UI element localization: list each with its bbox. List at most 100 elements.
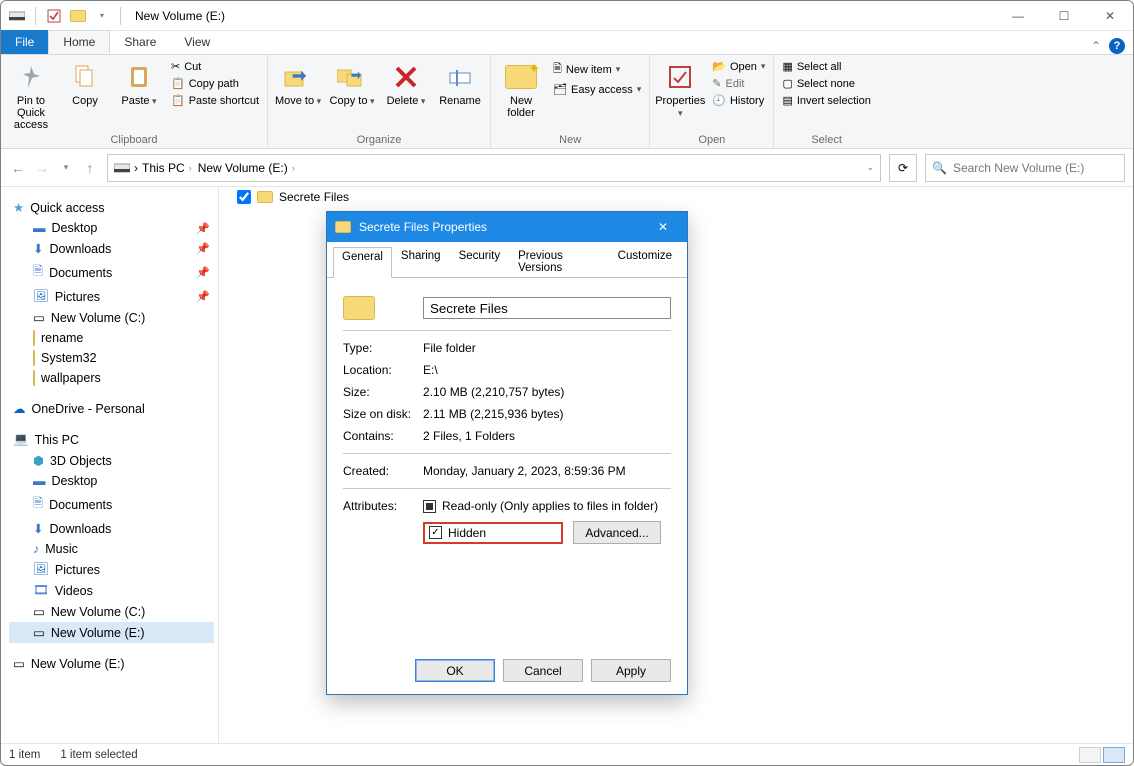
item-checkbox[interactable]: [237, 190, 251, 204]
size-value: 2.10 MB (2,210,757 bytes): [423, 385, 671, 399]
addr-dropdown-icon[interactable]: ⌄: [866, 162, 874, 173]
navigation-pane[interactable]: ★Quick access ▬Desktop📌 ⬇Downloads📌 🗎Doc…: [1, 187, 219, 743]
tree-this-pc[interactable]: 💻This PC: [9, 429, 214, 450]
tree-item[interactable]: ▬Desktop: [9, 471, 214, 491]
pin-to-quick-access-button[interactable]: Pin to Quick access: [7, 59, 55, 131]
tree-item[interactable]: 🗎Documents: [9, 491, 214, 518]
tree-item[interactable]: 🎞Videos: [9, 580, 214, 601]
tree-item[interactable]: ⬇Downloads: [9, 518, 214, 539]
new-item-button[interactable]: 🗎New item: [551, 59, 643, 80]
search-input[interactable]: 🔍 Search New Volume (E:): [925, 154, 1125, 182]
tree-item[interactable]: ⬇Downloads📌: [9, 238, 214, 259]
breadcrumb[interactable]: › This PC› New Volume (E:)› ⌄: [107, 154, 881, 182]
tab-share[interactable]: Share: [110, 30, 170, 54]
minimize-button[interactable]: —: [995, 1, 1041, 31]
tab-previous-versions[interactable]: Previous Versions: [509, 246, 609, 277]
tab-customize[interactable]: Customize: [609, 246, 681, 277]
tree-item[interactable]: ▬Desktop📌: [9, 218, 214, 238]
up-button[interactable]: ↑: [81, 160, 99, 176]
tree-item[interactable]: 🗎Documents📌: [9, 259, 214, 286]
tree-item[interactable]: System32: [9, 348, 214, 368]
group-label-select: Select: [780, 134, 872, 148]
tree-item[interactable]: ⬢3D Objects: [9, 450, 214, 471]
location-value: E:\: [423, 363, 671, 377]
dialog-close-button[interactable]: ✕: [647, 220, 679, 234]
delete-icon: [390, 61, 422, 93]
paste-icon: [123, 61, 155, 93]
crumb-this-pc[interactable]: This PC: [142, 161, 185, 175]
ok-button[interactable]: OK: [415, 659, 495, 682]
history-button[interactable]: 🕘History: [710, 93, 767, 108]
select-none-button[interactable]: ▢Select none: [780, 76, 872, 91]
qat-properties-icon[interactable]: [44, 6, 64, 26]
move-to-icon: [282, 61, 314, 93]
tree-item[interactable]: ▭New Volume (E:): [9, 653, 214, 674]
advanced-button[interactable]: Advanced...: [573, 521, 661, 544]
tab-sharing[interactable]: Sharing: [392, 246, 450, 277]
select-all-button[interactable]: ▦Select all: [780, 59, 872, 74]
tab-security[interactable]: Security: [450, 246, 510, 277]
paste-button[interactable]: Paste: [115, 59, 163, 107]
properties-dialog: Secrete Files Properties ✕ General Shari…: [326, 211, 688, 695]
view-details-button[interactable]: [1079, 747, 1101, 763]
open-button[interactable]: 📂Open: [710, 59, 767, 74]
edit-button: ✎Edit: [710, 76, 767, 91]
tree-item[interactable]: wallpapers: [9, 368, 214, 388]
drive-icon: ▭: [33, 625, 45, 640]
history-icon: 🕘: [712, 94, 726, 107]
folder-name-input[interactable]: [423, 297, 671, 319]
tree-item[interactable]: 🖼Pictures📌: [9, 286, 214, 307]
star-icon: ★: [13, 200, 24, 215]
qat-folder-icon[interactable]: [68, 6, 88, 26]
copy-to-icon: [336, 61, 368, 93]
copy-path-button[interactable]: 📋Copy path: [169, 76, 261, 91]
tree-item-selected[interactable]: ▭New Volume (E:): [9, 622, 214, 643]
tree-item[interactable]: ▭New Volume (C:): [9, 601, 214, 622]
delete-button[interactable]: Delete: [382, 59, 430, 107]
tree-item[interactable]: ♪Music: [9, 539, 214, 559]
rename-button[interactable]: Rename: [436, 59, 484, 107]
view-large-button[interactable]: [1103, 747, 1125, 763]
select-all-icon: ▦: [782, 60, 792, 73]
downloads-icon: ⬇: [33, 241, 43, 256]
qat-dropdown-icon[interactable]: ▾: [92, 6, 112, 26]
tree-quick-access[interactable]: ★Quick access: [9, 197, 214, 218]
back-button[interactable]: ←: [9, 160, 27, 176]
group-label-organize: Organize: [274, 134, 484, 148]
refresh-button[interactable]: ⟳: [889, 154, 917, 182]
properties-button[interactable]: Properties: [656, 59, 704, 119]
maximize-button[interactable]: ☐: [1041, 1, 1087, 31]
copy-to-button[interactable]: Copy to: [328, 59, 376, 107]
type-value: File folder: [423, 341, 671, 355]
cancel-button[interactable]: Cancel: [503, 659, 583, 682]
new-folder-button[interactable]: ✦New folder: [497, 59, 545, 119]
close-button[interactable]: ✕: [1087, 1, 1133, 31]
easy-access-button[interactable]: 🗂Easy access: [551, 82, 643, 97]
readonly-checkbox[interactable]: Read-only (Only applies to files in fold…: [423, 499, 671, 513]
dialog-titlebar[interactable]: Secrete Files Properties ✕: [327, 212, 687, 242]
list-item[interactable]: Secrete Files: [219, 187, 1133, 207]
move-to-button[interactable]: Move to: [274, 59, 322, 107]
folder-icon: [335, 221, 351, 233]
tab-view[interactable]: View: [170, 30, 224, 54]
crumb-drive[interactable]: New Volume (E:): [198, 161, 288, 175]
file-tab[interactable]: File: [1, 30, 48, 54]
cut-button[interactable]: ✂Cut: [169, 59, 261, 74]
tree-item[interactable]: ▭New Volume (C:): [9, 307, 214, 328]
collapse-ribbon-icon[interactable]: ⌃: [1091, 39, 1101, 53]
dialog-tabs: General Sharing Security Previous Versio…: [327, 242, 687, 278]
tree-onedrive[interactable]: ☁OneDrive - Personal: [9, 398, 214, 419]
apply-button[interactable]: Apply: [591, 659, 671, 682]
invert-selection-button[interactable]: ▤Invert selection: [780, 93, 872, 108]
recent-button[interactable]: ▾: [57, 162, 75, 173]
size-on-disk-label: Size on disk:: [343, 407, 423, 421]
copy-button[interactable]: Copy: [61, 59, 109, 107]
tree-item[interactable]: rename: [9, 328, 214, 348]
status-bar: 1 item 1 item selected: [1, 743, 1133, 765]
tab-general[interactable]: General: [333, 247, 392, 278]
tab-home[interactable]: Home: [48, 30, 110, 54]
hidden-checkbox[interactable]: Hidden: [429, 526, 557, 540]
tree-item[interactable]: 🖼Pictures: [9, 559, 214, 580]
paste-shortcut-button[interactable]: 📋Paste shortcut: [169, 93, 261, 108]
help-icon[interactable]: ?: [1109, 38, 1125, 54]
